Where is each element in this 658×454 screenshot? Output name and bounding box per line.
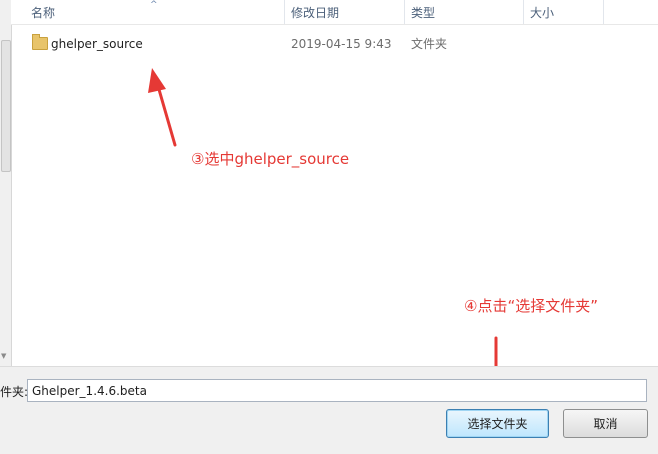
column-header-type-label: 类型 (411, 6, 436, 20)
column-header-size-label: 大小 (530, 6, 555, 20)
annotation-step4: ④点击“选择文件夹” (464, 297, 598, 315)
column-header: 名称 ^ 修改日期 类型 大小 (11, 0, 658, 25)
column-header-name[interactable]: 名称 (11, 0, 285, 24)
scroll-down-arrow-icon[interactable]: ▼ (1, 352, 6, 360)
column-header-date[interactable]: 修改日期 (285, 0, 405, 24)
file-row-ghelper-source[interactable]: ghelper_source 2019-04-15 9:43 文件夹 (11, 33, 658, 55)
column-header-type[interactable]: 类型 (405, 0, 524, 24)
column-header-name-label: 名称 (31, 6, 56, 20)
sort-ascending-icon: ^ (150, 0, 158, 10)
column-header-size[interactable]: 大小 (524, 0, 604, 24)
column-header-date-label: 修改日期 (291, 6, 340, 20)
file-name: ghelper_source (51, 37, 143, 51)
folder-label: 件夹: (0, 385, 29, 399)
file-date-modified: 2019-04-15 9:43 (291, 37, 392, 51)
file-type: 文件夹 (411, 37, 448, 51)
folder-name-input[interactable] (27, 379, 647, 402)
annotation-step3: ③选中ghelper_source (191, 150, 350, 168)
left-scroll-thumb[interactable] (1, 40, 11, 172)
arrow-to-folder-icon (148, 68, 177, 147)
select-folder-button[interactable]: 选择文件夹 (446, 409, 549, 438)
folder-icon (32, 34, 48, 50)
cancel-button[interactable]: 取消 (563, 409, 648, 438)
